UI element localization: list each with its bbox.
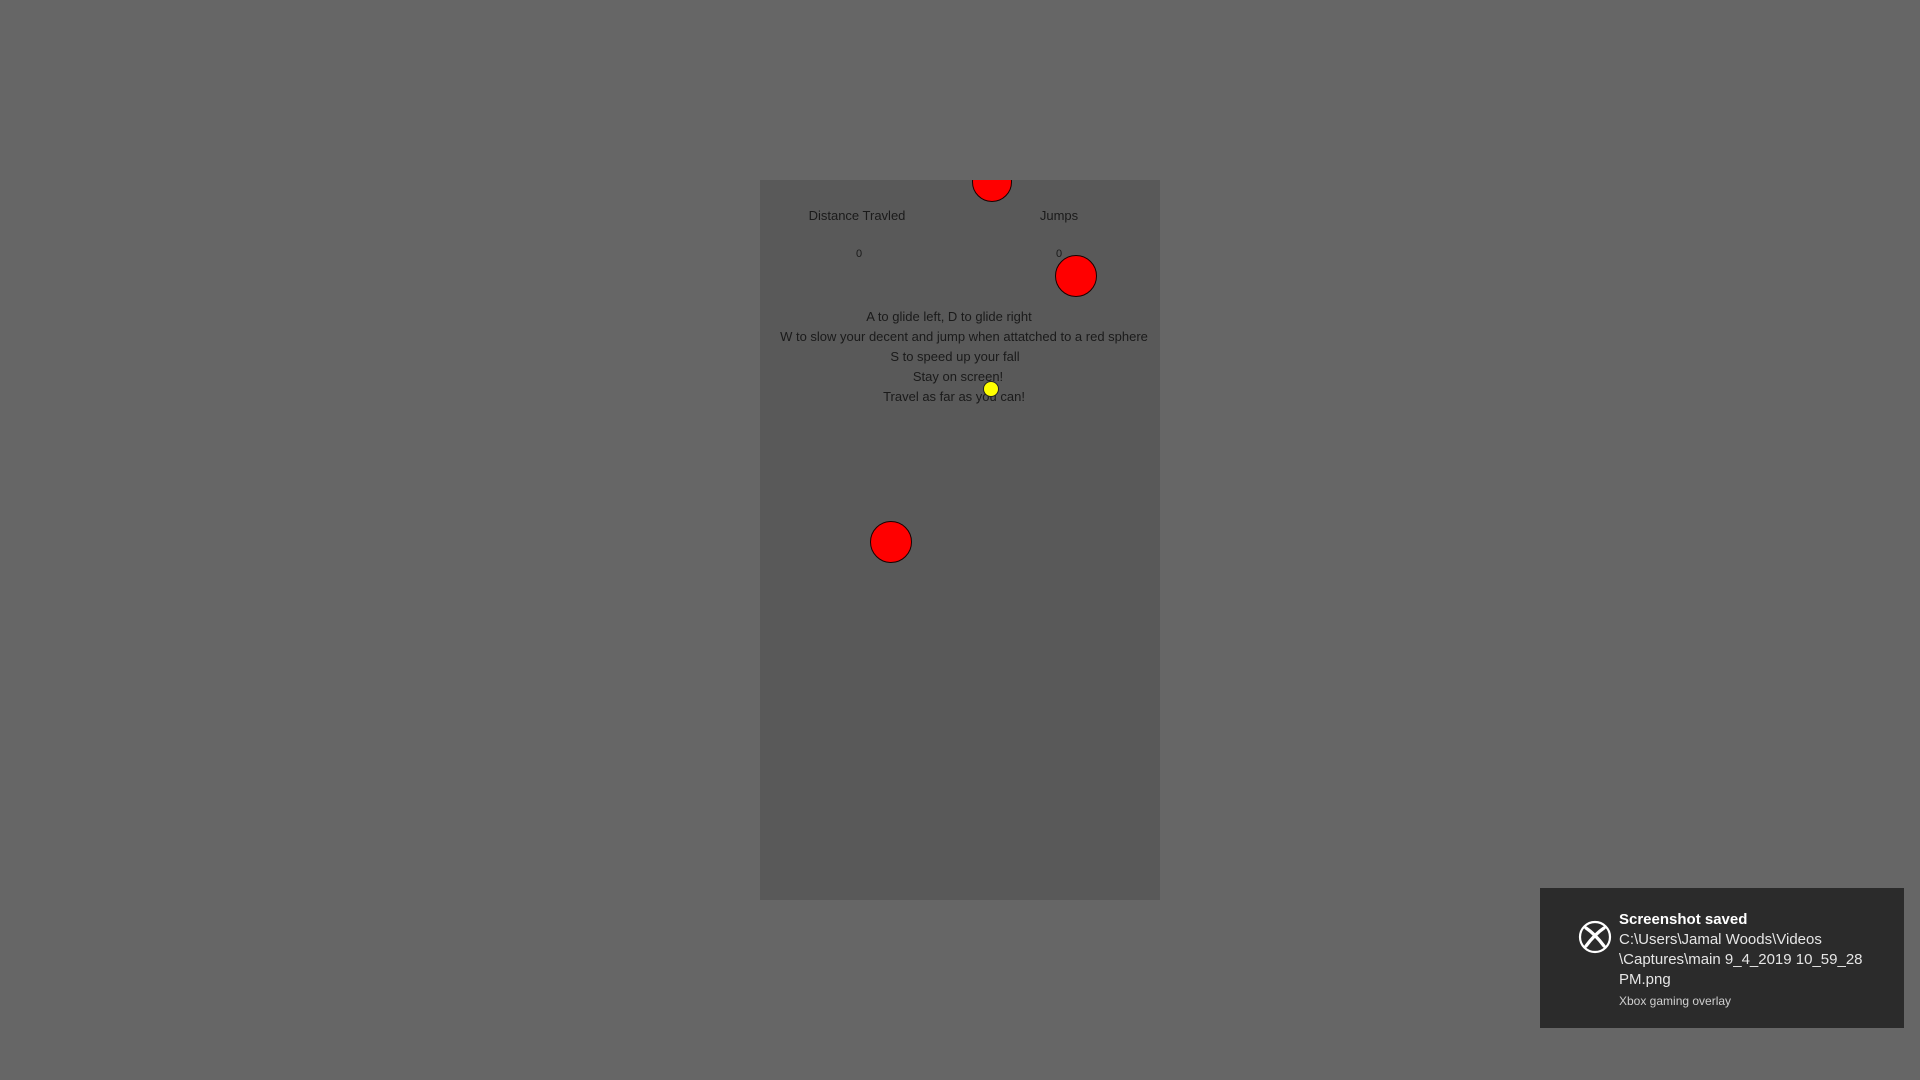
- red-sphere-left: [870, 521, 912, 563]
- screenshot-toast[interactable]: Screenshot saved C:\Users\Jamal Woods\Vi…: [1540, 888, 1904, 1028]
- instructions: A to glide left, D to glide right W to s…: [760, 307, 1160, 407]
- jumps-label: Jumps: [1039, 208, 1079, 223]
- game-canvas[interactable]: Distance Travled 0 Jumps 0 A to glide le…: [760, 180, 1160, 900]
- red-sphere-right: [1055, 255, 1097, 297]
- toast-body: Screenshot saved C:\Users\Jamal Woods\Vi…: [1619, 910, 1889, 1010]
- red-sphere-top: [972, 180, 1012, 202]
- player-ball: [983, 381, 999, 397]
- instruction-line: W to slow your decent and jump when atta…: [780, 329, 1148, 344]
- distance-value: 0: [855, 248, 863, 260]
- instruction-line: A to glide left, D to glide right: [866, 309, 1032, 324]
- toast-path-line: \Captures\main 9_4_2019 10_59_28: [1619, 951, 1863, 968]
- xbox-icon: [1578, 920, 1612, 954]
- toast-source: Xbox gaming overlay: [1619, 994, 1732, 1008]
- instruction-line: Travel as far as you can!: [883, 389, 1025, 404]
- jumps-value: 0: [1055, 248, 1063, 260]
- toast-path-line: C:\Users\Jamal Woods\Videos: [1619, 931, 1822, 948]
- toast-file-path: C:\Users\Jamal Woods\Videos \Captures\ma…: [1619, 930, 1889, 990]
- toast-title: Screenshot saved: [1619, 911, 1748, 928]
- toast-path-line: PM.png: [1619, 971, 1671, 988]
- distance-label: Distance Travled: [808, 208, 906, 223]
- instruction-line: S to speed up your fall: [890, 349, 1020, 364]
